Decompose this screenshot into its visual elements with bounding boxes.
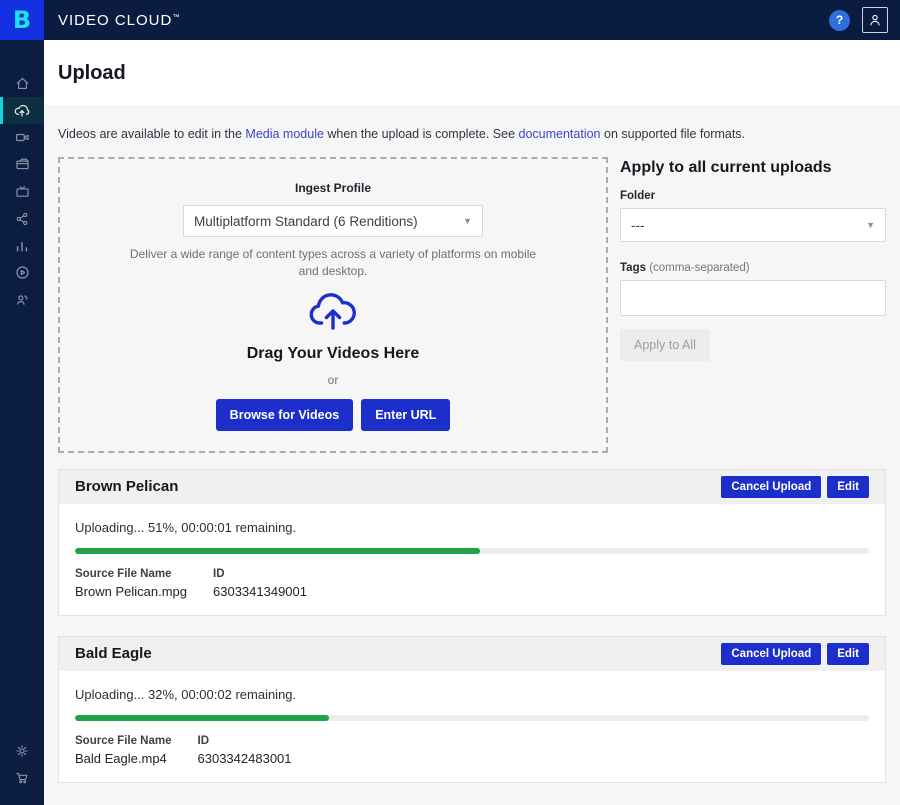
file-name-value: Bald Eagle.mp4	[75, 751, 198, 766]
tv-icon	[14, 183, 31, 200]
sidebar-bottom-group	[0, 737, 44, 805]
title-band: Upload	[44, 40, 900, 105]
person-icon	[867, 12, 883, 28]
file-name-value: Brown Pelican.mpg	[75, 584, 213, 599]
ingest-profile-select[interactable]: Multiplatform Standard (6 Renditions) ▼	[183, 205, 483, 237]
content-area: Videos are available to edit in the Medi…	[44, 105, 900, 805]
media-module-link[interactable]: Media module	[245, 127, 324, 141]
upload-title: Bald Eagle	[75, 645, 152, 662]
sidebar-item-players[interactable]	[0, 259, 44, 286]
apply-panel-title: Apply to all current uploads	[620, 159, 886, 177]
share-icon	[14, 211, 30, 227]
chevron-down-icon: ▼	[866, 220, 875, 230]
video-dropzone[interactable]: Ingest Profile Multiplatform Standard (6…	[58, 157, 608, 453]
drag-videos-title: Drag Your Videos Here	[80, 345, 586, 363]
help-button[interactable]: ?	[829, 10, 850, 31]
cart-icon	[14, 770, 30, 786]
product-name: VIDEO CLOUD™	[58, 12, 179, 29]
ingest-profile-value: Multiplatform Standard (6 Renditions)	[194, 214, 418, 229]
upload-title: Brown Pelican	[75, 478, 178, 495]
progress-bar	[75, 548, 869, 554]
upload-status: Uploading... 32%, 00:00:02 remaining.	[75, 687, 869, 702]
analytics-icon	[14, 238, 30, 254]
file-name-header: Source File Name	[75, 568, 213, 584]
sidebar-item-marketplace[interactable]	[0, 764, 44, 791]
folder-label: Folder	[620, 190, 886, 202]
upload-card-bald-eagle: Bald Eagle Cancel Upload Edit Uploading.…	[58, 636, 886, 783]
documentation-link[interactable]: documentation	[519, 127, 601, 141]
sidebar-item-audience[interactable]	[0, 286, 44, 313]
cancel-upload-button[interactable]: Cancel Upload	[721, 476, 821, 498]
sidebar-item-live[interactable]	[0, 124, 44, 151]
audience-icon	[14, 291, 31, 308]
apply-to-all-button[interactable]: Apply to All	[620, 329, 710, 361]
sidebar-item-home[interactable]	[0, 70, 44, 97]
sidebar-item-upload[interactable]	[0, 97, 44, 124]
sidebar-item-tv[interactable]	[0, 178, 44, 205]
sidebar-nav	[0, 40, 44, 805]
media-box-icon	[14, 156, 31, 173]
cloud-upload-icon	[307, 292, 359, 332]
ingest-profile-help: Deliver a wide range of content types ac…	[128, 246, 538, 280]
upload-card-header: Bald Eagle Cancel Upload Edit	[59, 637, 885, 671]
brightcove-logo[interactable]: B	[0, 0, 44, 40]
brightcove-logo-letter: B	[13, 6, 31, 34]
upload-notice: Videos are available to edit in the Medi…	[58, 105, 886, 141]
upload-card-header: Brown Pelican Cancel Upload Edit	[59, 470, 885, 504]
tags-input[interactable]	[620, 280, 886, 316]
id-value: 6303341349001	[213, 584, 333, 599]
folder-select-value: ---	[631, 218, 645, 233]
upload-cloud-icon	[13, 102, 31, 120]
sidebar-item-settings[interactable]	[0, 737, 44, 764]
progress-fill	[75, 548, 480, 554]
file-info-table: Source File Name ID Bald Eagle.mp4 63033…	[75, 735, 318, 766]
sidebar-item-social[interactable]	[0, 205, 44, 232]
question-mark-icon: ?	[836, 13, 843, 27]
ingest-profile-label: Ingest Profile	[80, 181, 586, 195]
folder-select[interactable]: --- ▼	[620, 208, 886, 242]
sidebar-item-analytics[interactable]	[0, 232, 44, 259]
id-header: ID	[198, 735, 318, 751]
cancel-upload-button[interactable]: Cancel Upload	[721, 643, 821, 665]
upload-status: Uploading... 51%, 00:00:01 remaining.	[75, 520, 869, 535]
browse-for-videos-button[interactable]: Browse for Videos	[216, 399, 354, 431]
edit-button[interactable]: Edit	[827, 643, 869, 665]
sidebar-item-media[interactable]	[0, 151, 44, 178]
file-info-table: Source File Name ID Brown Pelican.mpg 63…	[75, 568, 333, 599]
play-circle-icon	[14, 264, 31, 281]
page-title: Upload	[58, 62, 886, 85]
camera-icon	[14, 129, 31, 146]
home-icon	[14, 75, 31, 92]
edit-button[interactable]: Edit	[827, 476, 869, 498]
tags-hint: (comma-separated)	[649, 262, 749, 274]
enter-url-button[interactable]: Enter URL	[361, 399, 450, 431]
apply-to-all-panel: Apply to all current uploads Folder --- …	[620, 157, 886, 361]
id-value: 6303342483001	[198, 751, 318, 766]
gear-icon	[14, 743, 30, 759]
or-divider: or	[80, 373, 586, 387]
top-bar: B VIDEO CLOUD™ ?	[0, 0, 900, 40]
progress-bar	[75, 715, 869, 721]
chevron-down-icon: ▼	[463, 216, 472, 226]
id-header: ID	[213, 568, 333, 584]
file-name-header: Source File Name	[75, 735, 198, 751]
trademark: ™	[172, 14, 179, 21]
upload-card-brown-pelican: Brown Pelican Cancel Upload Edit Uploadi…	[58, 469, 886, 616]
account-button[interactable]	[862, 7, 888, 33]
progress-fill	[75, 715, 329, 721]
tags-label: Tags (comma-separated)	[620, 262, 886, 274]
